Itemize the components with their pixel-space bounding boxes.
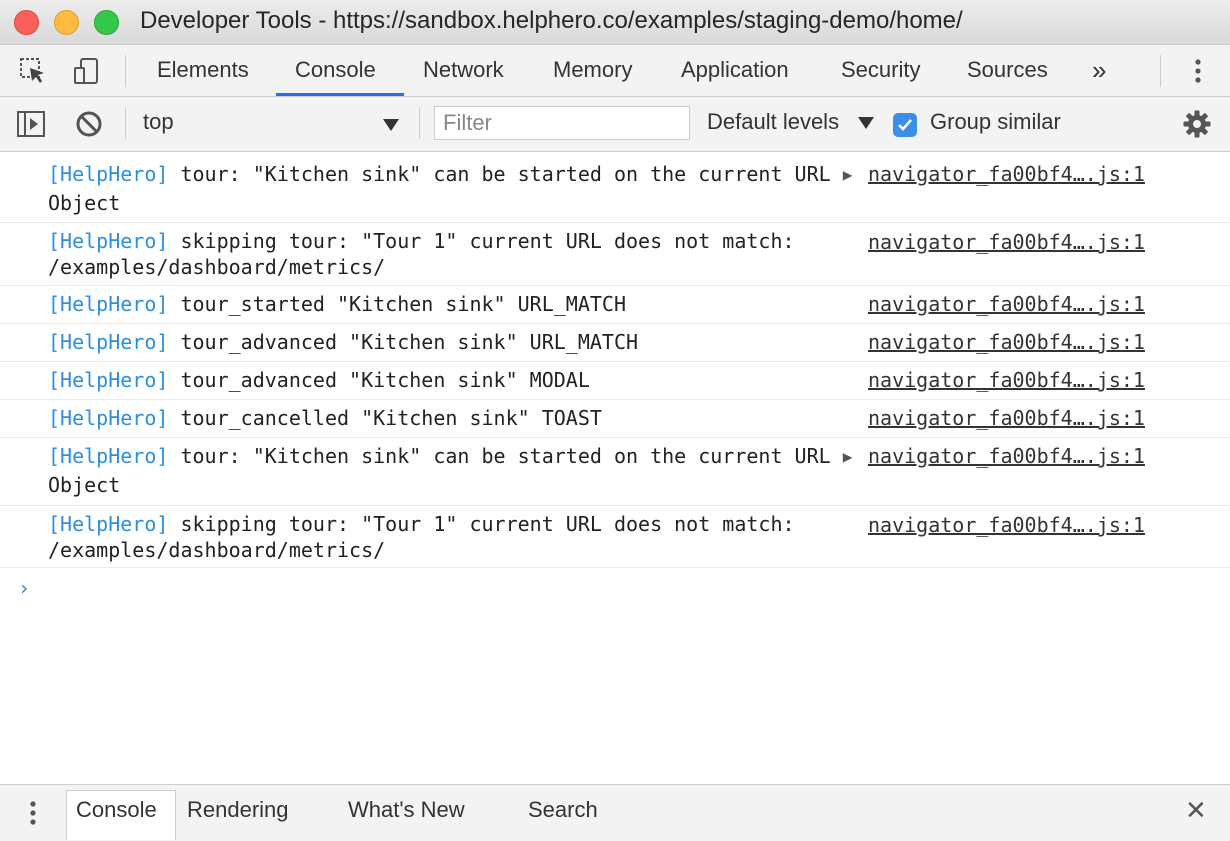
message-tag: [HelpHero] bbox=[48, 330, 169, 354]
message-source-link[interactable]: navigator_fa00bf4….js:1 bbox=[868, 366, 1145, 394]
message-source-link[interactable]: navigator_fa00bf4….js:1 bbox=[868, 511, 1145, 539]
devtools-tabbar: Elements Console Network Memory Applicat… bbox=[0, 45, 1230, 97]
tab-memory[interactable]: Memory bbox=[553, 45, 632, 96]
message-tag: [HelpHero] bbox=[48, 512, 169, 536]
window-titlebar: Developer Tools - https://sandbox.helphe… bbox=[0, 0, 1230, 45]
drawer-menu-icon[interactable] bbox=[16, 796, 50, 830]
console-message: [HelpHero] tour_started "Kitchen sink" U… bbox=[0, 286, 1230, 324]
message-tag: [HelpHero] bbox=[48, 368, 169, 392]
close-drawer-icon[interactable]: ✕ bbox=[1185, 795, 1207, 826]
message-source-link[interactable]: navigator_fa00bf4….js:1 bbox=[868, 290, 1145, 318]
drawer-tab-whats-new[interactable]: What's New bbox=[348, 797, 465, 823]
console-message: [HelpHero] tour: "Kitchen sink" can be s… bbox=[0, 438, 1230, 506]
chevron-down-icon[interactable] bbox=[383, 119, 399, 131]
minimize-window-button[interactable] bbox=[54, 10, 79, 35]
tab-network[interactable]: Network bbox=[423, 45, 504, 96]
tab-console[interactable]: Console bbox=[295, 45, 376, 96]
console-message: [HelpHero] skipping tour: "Tour 1" curre… bbox=[0, 506, 1230, 568]
message-text: tour_advanced "Kitchen sink" URL_MATCH bbox=[168, 330, 639, 354]
clear-console-icon[interactable] bbox=[72, 107, 106, 141]
filter-input[interactable] bbox=[434, 106, 690, 140]
drawer-tabbar: Console Rendering What's New Search ✕ bbox=[0, 784, 1230, 841]
tab-sources[interactable]: Sources bbox=[967, 45, 1048, 96]
object-label[interactable]: Object bbox=[48, 191, 120, 215]
tab-security[interactable]: Security bbox=[841, 45, 920, 96]
more-tabs-button[interactable]: » bbox=[1092, 45, 1106, 96]
object-label[interactable]: Object bbox=[48, 473, 120, 497]
drawer-tab-rendering[interactable]: Rendering bbox=[187, 797, 289, 823]
message-text: tour: "Kitchen sink" can be started on t… bbox=[168, 444, 843, 468]
tab-application[interactable]: Application bbox=[681, 45, 789, 96]
message-text: tour_started "Kitchen sink" URL_MATCH bbox=[168, 292, 626, 316]
device-toolbar-icon[interactable] bbox=[70, 54, 104, 88]
message-source-link[interactable]: navigator_fa00bf4….js:1 bbox=[868, 228, 1145, 256]
toolbar-divider bbox=[125, 55, 126, 87]
drawer-tab-console[interactable]: Console bbox=[76, 797, 157, 823]
message-tag: [HelpHero] bbox=[48, 444, 169, 468]
console-message: [HelpHero] tour: "Kitchen sink" can be s… bbox=[0, 152, 1230, 223]
default-levels-dropdown[interactable]: Default levels bbox=[707, 109, 839, 135]
console-message: [HelpHero] tour_advanced "Kitchen sink" … bbox=[0, 362, 1230, 400]
group-similar-checkbox[interactable] bbox=[893, 113, 917, 137]
window-title: Developer Tools - https://sandbox.helphe… bbox=[140, 7, 963, 34]
active-tab-indicator bbox=[276, 93, 404, 96]
message-tag: [HelpHero] bbox=[48, 292, 169, 316]
chevron-down-icon[interactable] bbox=[858, 117, 874, 129]
toolbar-divider bbox=[419, 107, 420, 139]
zoom-window-button[interactable] bbox=[94, 10, 119, 35]
console-message: [HelpHero] tour_advanced "Kitchen sink" … bbox=[0, 324, 1230, 362]
toolbar-divider bbox=[125, 107, 126, 139]
toolbar-divider bbox=[1160, 55, 1161, 87]
message-text: tour: "Kitchen sink" can be started on t… bbox=[168, 162, 843, 186]
console-message: [HelpHero] skipping tour: "Tour 1" curre… bbox=[0, 223, 1230, 286]
message-tag: [HelpHero] bbox=[48, 162, 169, 186]
console-messages: [HelpHero] tour: "Kitchen sink" can be s… bbox=[0, 152, 1230, 784]
message-tag: [HelpHero] bbox=[48, 229, 169, 253]
tab-elements[interactable]: Elements bbox=[157, 45, 249, 96]
message-source-link[interactable]: navigator_fa00bf4….js:1 bbox=[868, 404, 1145, 432]
kebab-menu-icon[interactable] bbox=[1181, 54, 1215, 88]
message-text: tour_advanced "Kitchen sink" MODAL bbox=[168, 368, 590, 392]
expand-triangle-icon[interactable]: ▶ bbox=[843, 443, 853, 471]
context-select[interactable]: top bbox=[143, 109, 174, 135]
message-source-link[interactable]: navigator_fa00bf4….js:1 bbox=[868, 160, 1145, 188]
message-source-link[interactable]: navigator_fa00bf4….js:1 bbox=[868, 442, 1145, 470]
message-text: tour_cancelled "Kitchen sink" TOAST bbox=[168, 406, 602, 430]
message-tag: [HelpHero] bbox=[48, 406, 169, 430]
expand-triangle-icon[interactable]: ▶ bbox=[843, 161, 853, 189]
message-source-link[interactable]: navigator_fa00bf4….js:1 bbox=[868, 328, 1145, 356]
show-sidebar-icon[interactable] bbox=[14, 107, 48, 141]
console-message: [HelpHero] tour_cancelled "Kitchen sink"… bbox=[0, 400, 1230, 438]
drawer-tab-search[interactable]: Search bbox=[528, 797, 598, 823]
group-similar-label: Group similar bbox=[930, 109, 1061, 134]
gear-icon[interactable] bbox=[1180, 107, 1214, 141]
inspect-element-icon[interactable] bbox=[16, 54, 50, 88]
console-prompt[interactable]: › bbox=[18, 576, 30, 600]
close-window-button[interactable] bbox=[14, 10, 39, 35]
